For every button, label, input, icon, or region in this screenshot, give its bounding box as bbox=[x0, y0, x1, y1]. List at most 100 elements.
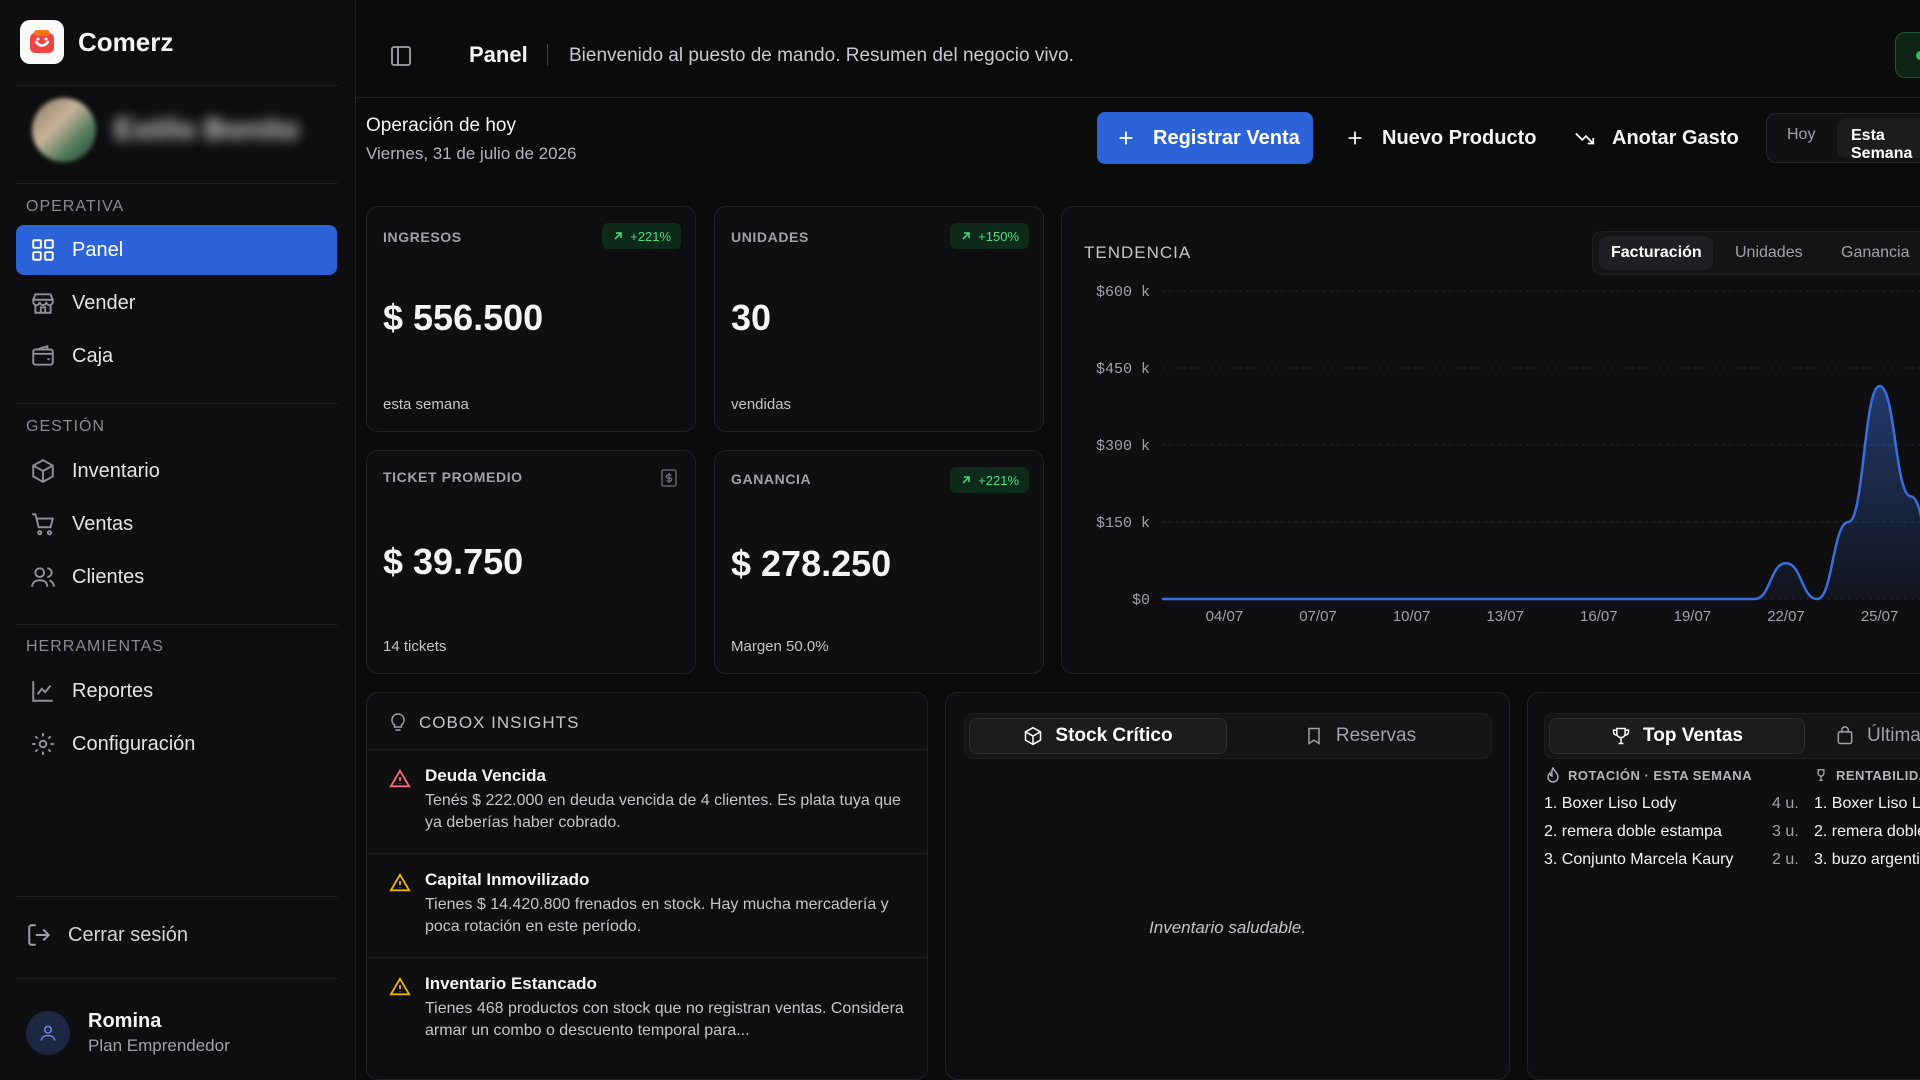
insight-text: Tienes $ 14.420.800 frenados en stock. H… bbox=[425, 896, 889, 935]
kpi-foot: Margen 50.0% bbox=[731, 638, 829, 655]
register-sale-button[interactable]: Registrar Venta bbox=[1097, 112, 1313, 164]
sidebar-item-label: Ventas bbox=[72, 512, 134, 535]
tab-top-ventas[interactable]: Top Ventas bbox=[1549, 718, 1805, 754]
insight-title: Deuda Vencida bbox=[425, 766, 546, 785]
insight-text: Tienes 468 productos con stock que no re… bbox=[425, 1000, 904, 1039]
rotation-item: 1. Boxer Liso Lody bbox=[1544, 795, 1677, 812]
insights-title: COBOX INSIGHTS bbox=[419, 713, 580, 732]
operation-title: Operación de hoy bbox=[366, 115, 516, 136]
insight-item[interactable]: Capital Inmovilizado Tienes $ 14.420.800… bbox=[367, 853, 927, 957]
operation-date: Viernes, 31 de julio de 2026 bbox=[366, 144, 577, 163]
top-tabs: Top Ventas Últimas bbox=[1544, 713, 1920, 759]
stock-empty-message: Inventario saludable. bbox=[1149, 918, 1306, 937]
sidebar-item-vender[interactable]: Vender bbox=[16, 278, 337, 328]
range-week[interactable]: Esta Semana bbox=[1837, 118, 1920, 162]
status-indicator[interactable] bbox=[1895, 32, 1920, 78]
kpi-foot: 14 tickets bbox=[383, 638, 447, 655]
users-icon bbox=[31, 567, 55, 587]
trending-down-icon bbox=[1575, 132, 1595, 145]
arrow-up-right-icon bbox=[962, 476, 970, 484]
kpi-badge-value: +221% bbox=[978, 472, 1019, 488]
sidebar-item-panel[interactable]: Panel bbox=[16, 225, 337, 275]
user-icon bbox=[26, 1011, 70, 1055]
kpi-label: GANANCIA bbox=[731, 471, 812, 487]
tab-unidades[interactable]: Unidades bbox=[1735, 244, 1803, 262]
tab-label: Facturación bbox=[1611, 244, 1702, 261]
tab-reservas[interactable]: Reservas bbox=[1231, 718, 1489, 754]
receipt-icon bbox=[661, 469, 677, 487]
store-profile[interactable]: Estilo Bonito bbox=[32, 98, 299, 162]
tab-ganancia[interactable]: Ganancia bbox=[1841, 244, 1910, 262]
y-tick-label: $300 k bbox=[1096, 438, 1150, 455]
chart-icon bbox=[32, 681, 53, 702]
range-selector: Hoy Esta Semana bbox=[1766, 113, 1920, 163]
stock-card: Stock Crítico Reservas bbox=[945, 692, 1510, 1080]
topbar: Panel Bienvenido al puesto de mando. Res… bbox=[357, 10, 1920, 98]
gear-icon bbox=[32, 733, 54, 755]
trend-card: TENDENCIA Facturación Unidades Ganancia … bbox=[1061, 206, 1920, 674]
logout-label: Cerrar sesión bbox=[68, 923, 189, 946]
box-icon bbox=[1025, 726, 1042, 746]
sidebar-item-configuracion[interactable]: Configuración bbox=[16, 719, 337, 769]
kpi-card-unidades: UNIDADES +150% 30 vendidas bbox=[714, 206, 1044, 432]
x-tick-label: 19/07 bbox=[1674, 608, 1712, 625]
brand[interactable]: Comerz bbox=[20, 20, 173, 64]
register-sale-label: Registrar Venta bbox=[1153, 126, 1300, 149]
section-label-gestion: GESTIÓN bbox=[26, 418, 106, 435]
sidebar-item-label: Panel bbox=[72, 238, 124, 261]
insight-item[interactable]: Deuda Vencida Tenés $ 222.000 en deuda v… bbox=[367, 749, 927, 853]
store-avatar bbox=[32, 98, 96, 162]
grid-icon bbox=[32, 239, 54, 261]
sidebar-toggle-icon[interactable] bbox=[389, 44, 413, 68]
sidebar-item-reportes[interactable]: Reportes bbox=[16, 666, 337, 716]
divider bbox=[16, 183, 338, 184]
rotation-qty: 3 u. bbox=[1772, 823, 1799, 840]
x-tick-label: 16/07 bbox=[1580, 608, 1618, 625]
cart-icon bbox=[32, 513, 54, 536]
lightbulb-icon bbox=[391, 713, 405, 731]
divider bbox=[16, 978, 338, 979]
user-menu[interactable]: Romina Plan Emprendedor bbox=[26, 1010, 230, 1056]
kpi-foot: esta semana bbox=[383, 396, 469, 413]
app-name: Comerz bbox=[78, 26, 174, 57]
sidebar: Comerz Estilo Bonito OPERATIVA Panel Ven… bbox=[0, 0, 356, 1080]
kpi-foot: vendidas bbox=[731, 396, 792, 413]
plus-icon bbox=[1119, 131, 1133, 145]
range-today[interactable]: Hoy bbox=[1787, 126, 1815, 144]
sidebar-item-clientes[interactable]: Clientes bbox=[16, 552, 337, 602]
sidebar-item-label: Reportes bbox=[72, 679, 154, 702]
y-tick-label: $150 k bbox=[1096, 515, 1150, 532]
insight-item[interactable]: Inventario Estancado Tienes 468 producto… bbox=[367, 957, 927, 1079]
sidebar-item-inventario[interactable]: Inventario bbox=[16, 446, 337, 496]
profit-title: RENTABILIDAD bbox=[1836, 767, 1920, 783]
tab-ultimas[interactable]: Últimas bbox=[1835, 718, 1920, 754]
trophy-icon bbox=[1817, 769, 1825, 781]
stock-tabs: Stock Crítico Reservas bbox=[964, 713, 1492, 759]
sidebar-item-label: Inventario bbox=[72, 459, 160, 482]
sidebar-item-ventas[interactable]: Ventas bbox=[16, 499, 337, 549]
new-product-label: Nuevo Producto bbox=[1382, 126, 1537, 149]
logout-button[interactable]: Cerrar sesión bbox=[26, 922, 188, 948]
x-tick-label: 04/07 bbox=[1206, 608, 1244, 625]
status-dot bbox=[1916, 51, 1920, 60]
add-expense-button[interactable]: Anotar Gasto bbox=[1574, 112, 1739, 164]
flame-icon bbox=[1547, 767, 1559, 783]
kpi-value: $ 278.250 bbox=[731, 543, 892, 584]
rotation-qty: 2 u. bbox=[1772, 851, 1799, 868]
tab-label: Top Ventas bbox=[1643, 725, 1743, 746]
sidebar-item-label: Caja bbox=[72, 344, 114, 367]
kpi-card-ganancia: GANANCIA +221% $ 278.250 Margen 50.0% bbox=[714, 450, 1044, 674]
user-name: Romina bbox=[88, 1010, 162, 1032]
kpi-badge: +150% bbox=[950, 223, 1029, 249]
new-product-button[interactable]: Nuevo Producto bbox=[1344, 112, 1536, 164]
sidebar-item-caja[interactable]: Caja bbox=[16, 331, 337, 381]
y-tick-label: $0 bbox=[1132, 592, 1150, 609]
arrow-up-right-icon bbox=[614, 232, 622, 240]
store-icon bbox=[32, 293, 54, 314]
tab-facturacion[interactable]: Facturación bbox=[1599, 236, 1713, 270]
arrow-up-right-icon bbox=[962, 232, 970, 240]
logo-icon bbox=[20, 20, 64, 64]
insight-text: Tenés $ 222.000 en deuda vencida de 4 cl… bbox=[425, 792, 901, 831]
trend-chart: $0 $150 k $300 k $450 k $600 k 04/07 07/07 10/0… bbox=[1096, 284, 1920, 625]
tab-stock-critico[interactable]: Stock Crítico bbox=[969, 718, 1227, 754]
